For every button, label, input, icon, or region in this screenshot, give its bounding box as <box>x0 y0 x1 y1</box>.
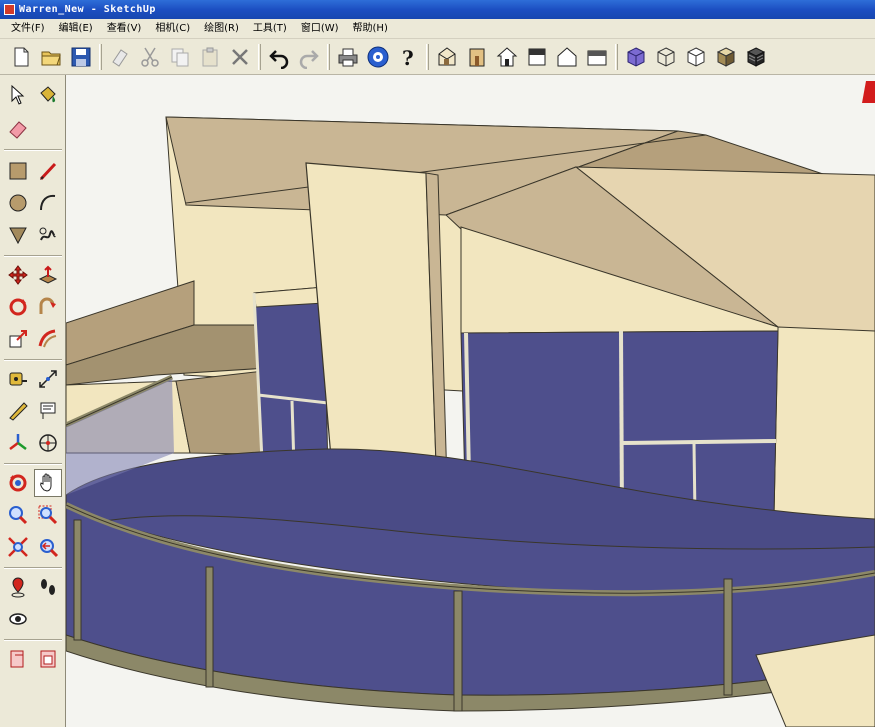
line-icon[interactable] <box>34 157 62 185</box>
sketchup-window: Warren_New - SketchUp 文件(F) 编辑(E) 查看(V) … <box>0 0 875 727</box>
menu-help[interactable]: 帮助(H) <box>346 20 395 38</box>
orbit-icon[interactable] <box>4 469 32 497</box>
select-icon[interactable] <box>4 81 32 109</box>
section-plane-icon[interactable] <box>4 645 32 673</box>
erase-icon[interactable] <box>105 42 135 72</box>
textured-icon[interactable] <box>741 42 771 72</box>
palette-separator <box>4 149 62 151</box>
walk-icon[interactable] <box>34 573 62 601</box>
front-view-icon[interactable] <box>492 42 522 72</box>
zoom-window-icon[interactable] <box>34 501 62 529</box>
model-viewport[interactable] <box>66 75 875 727</box>
protractor-icon[interactable] <box>4 397 32 425</box>
main-toolbar: ? <box>0 39 875 75</box>
top-view-icon[interactable] <box>462 42 492 72</box>
dimension-icon[interactable] <box>34 365 62 393</box>
glass-wall-entry <box>253 286 329 476</box>
sketchup-app-icon[interactable] <box>4 4 15 15</box>
position-camera-icon[interactable] <box>4 573 32 601</box>
move-icon[interactable] <box>4 261 32 289</box>
arc-icon[interactable] <box>34 189 62 217</box>
rotate-icon[interactable] <box>4 293 32 321</box>
wireframe-icon[interactable] <box>651 42 681 72</box>
railing-post <box>205 566 214 688</box>
railing-post <box>73 519 82 641</box>
hidden-line-icon[interactable] <box>681 42 711 72</box>
follow-me-icon[interactable] <box>34 293 62 321</box>
print-icon[interactable] <box>333 42 363 72</box>
palette-separator <box>4 567 62 569</box>
menu-draw[interactable]: 绘图(R) <box>197 20 246 38</box>
iso-view-icon[interactable] <box>432 42 462 72</box>
xray-icon[interactable] <box>621 42 651 72</box>
help-icon[interactable]: ? <box>393 42 423 72</box>
svg-text:?: ? <box>402 46 414 69</box>
redo-icon[interactable] <box>294 42 324 72</box>
palette-separator <box>4 463 62 465</box>
palette-separator <box>4 639 62 641</box>
toolbar-separator <box>327 43 330 70</box>
pan-icon[interactable] <box>34 469 62 497</box>
polygon-icon[interactable] <box>4 221 32 249</box>
palette-separator <box>4 359 62 361</box>
toolbar-separator <box>426 43 429 70</box>
new-icon[interactable] <box>6 42 36 72</box>
zoom-icon[interactable] <box>4 501 32 529</box>
left-view-icon[interactable] <box>582 42 612 72</box>
freehand-icon[interactable] <box>34 221 62 249</box>
railing-post <box>723 578 733 696</box>
right-view-icon[interactable] <box>522 42 552 72</box>
red-axis-marker <box>862 81 875 103</box>
title-bar[interactable]: Warren_New - SketchUp <box>0 0 875 19</box>
shaded-icon[interactable] <box>711 42 741 72</box>
tape-measure-icon[interactable] <box>4 365 32 393</box>
tool-palette <box>0 75 66 727</box>
paste-icon[interactable] <box>195 42 225 72</box>
menu-view[interactable]: 查看(V) <box>100 20 149 38</box>
menu-file[interactable]: 文件(F) <box>4 20 52 38</box>
menu-edit[interactable]: 编辑(E) <box>52 20 100 38</box>
menu-window[interactable]: 窗口(W) <box>294 20 346 38</box>
toolbar-separator <box>99 43 102 70</box>
toolbar-separator <box>258 43 261 70</box>
scale-icon[interactable] <box>4 325 32 353</box>
open-icon[interactable] <box>36 42 66 72</box>
rectangle-icon[interactable] <box>4 157 32 185</box>
copy-icon[interactable] <box>165 42 195 72</box>
zoom-extents-icon[interactable] <box>4 533 32 561</box>
palette-separator <box>4 255 62 257</box>
axes-icon[interactable] <box>4 429 32 457</box>
paint-bucket-icon[interactable] <box>34 81 62 109</box>
menu-tools[interactable]: 工具(T) <box>246 20 294 38</box>
railing-post <box>453 590 463 712</box>
eraser-icon[interactable] <box>4 115 32 143</box>
menu-bar: 文件(F) 编辑(E) 查看(V) 相机(C) 绘图(R) 工具(T) 窗口(W… <box>0 19 875 39</box>
offset-icon[interactable] <box>34 325 62 353</box>
back-view-icon[interactable] <box>552 42 582 72</box>
previous-view-icon[interactable] <box>34 533 62 561</box>
text-icon[interactable] <box>34 397 62 425</box>
save-icon[interactable] <box>66 42 96 72</box>
model-canvas <box>66 81 875 727</box>
circle-icon[interactable] <box>4 189 32 217</box>
model-info-icon[interactable] <box>363 42 393 72</box>
toolbar-separator <box>615 43 618 70</box>
look-around-icon[interactable] <box>4 605 32 633</box>
push-pull-icon[interactable] <box>34 261 62 289</box>
cut-icon[interactable] <box>135 42 165 72</box>
delete-icon[interactable] <box>225 42 255 72</box>
3d-text-icon[interactable] <box>34 429 62 457</box>
section-display-icon[interactable] <box>34 645 62 673</box>
undo-icon[interactable] <box>264 42 294 72</box>
menu-camera[interactable]: 相机(C) <box>148 20 197 38</box>
window-title: Warren_New - SketchUp <box>19 4 156 15</box>
